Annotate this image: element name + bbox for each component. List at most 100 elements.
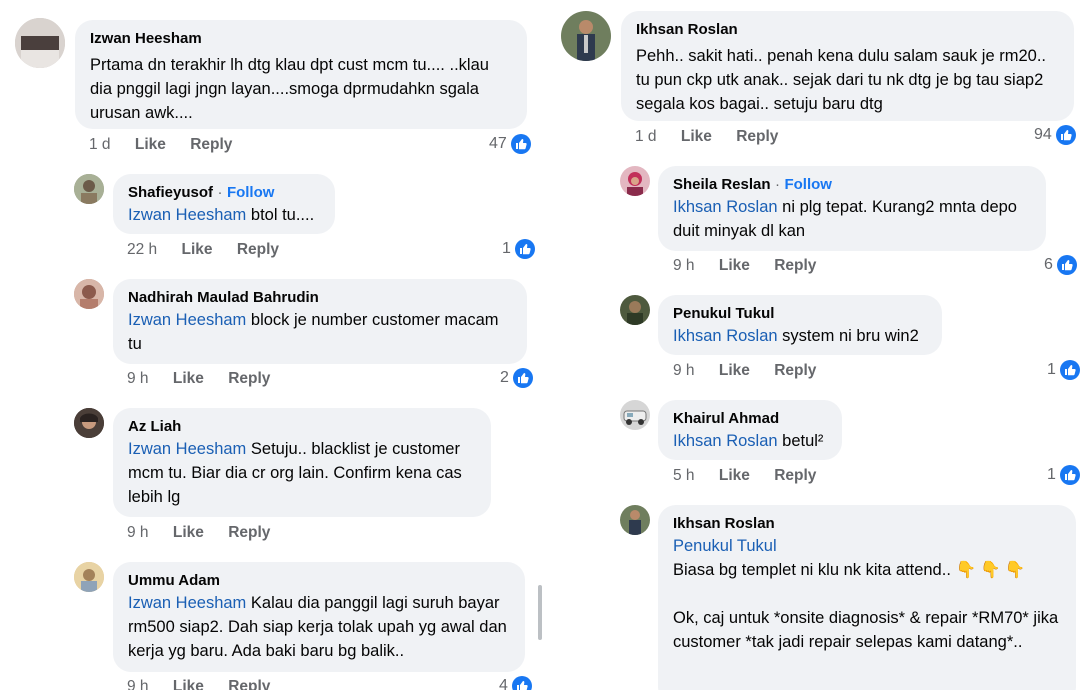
reaction-number: 1 bbox=[1047, 361, 1056, 378]
avatar[interactable] bbox=[620, 400, 650, 430]
reply-header: Shafieyusof · Follow bbox=[128, 183, 320, 203]
reply-meta: 22 h Like Reply bbox=[127, 241, 299, 259]
avatar-photo-icon bbox=[15, 18, 65, 68]
left-comment-thread: Izwan Heesham Prtama dn terakhir lh dtg … bbox=[0, 0, 545, 690]
right-comment-thread: Ikhsan Roslan Pehh.. sakit hati.. penah … bbox=[548, 0, 1091, 690]
avatar-photo-icon bbox=[74, 408, 104, 438]
like-button[interactable]: Like bbox=[719, 257, 750, 274]
like-button[interactable]: Like bbox=[173, 678, 204, 690]
comment-text: Prtama dn terakhir lh dtg klau dpt cust … bbox=[90, 56, 489, 122]
comment-author[interactable]: Khairul Ahmad bbox=[673, 409, 827, 429]
comment-author[interactable]: Izwan Heesham bbox=[90, 29, 512, 49]
follow-button[interactable]: Follow bbox=[227, 184, 275, 201]
comment-time[interactable]: 9 h bbox=[673, 362, 695, 379]
like-thumb-icon bbox=[1059, 360, 1080, 380]
like-button[interactable]: Like bbox=[135, 136, 166, 153]
comment-author[interactable]: Nadhirah Maulad Bahrudin bbox=[128, 288, 512, 308]
comment-author[interactable]: Az Liah bbox=[128, 417, 476, 437]
follow-button[interactable]: Follow bbox=[784, 176, 832, 193]
comment-author[interactable]: Shafieyusof bbox=[128, 184, 213, 201]
reaction-count[interactable]: 1 bbox=[502, 239, 535, 259]
mention-link[interactable]: Penukul Tukul bbox=[673, 534, 1061, 558]
separator-dot: · bbox=[775, 176, 780, 193]
reaction-count[interactable]: 47 bbox=[489, 134, 531, 154]
comment-time[interactable]: 1 d bbox=[635, 128, 657, 145]
comment-author[interactable]: Sheila Reslan bbox=[673, 176, 771, 193]
reply-body: betul² bbox=[777, 432, 824, 450]
comment-author[interactable]: Ikhsan Roslan bbox=[636, 20, 1059, 40]
reply-text-2: Ok, caj untuk *onsite diagnosis* & repai… bbox=[673, 609, 1059, 651]
avatar[interactable] bbox=[620, 295, 650, 325]
like-button[interactable]: Like bbox=[681, 128, 712, 145]
reply-meta: 9 h Like Reply bbox=[673, 362, 836, 380]
reply-meta: 9 h Like Reply bbox=[127, 524, 290, 542]
reaction-count[interactable]: 1 bbox=[1047, 465, 1080, 485]
reply-bubble: Az Liah Izwan Heesham Setuju.. blacklist… bbox=[113, 408, 491, 517]
separator-dot: · bbox=[217, 184, 223, 201]
reaction-count[interactable]: 4 bbox=[499, 676, 532, 690]
like-thumb-icon bbox=[1059, 465, 1080, 485]
avatar[interactable] bbox=[74, 174, 104, 204]
avatar[interactable] bbox=[74, 562, 104, 592]
reply-body: Biasa bg templet ni klu nk kita attend.. bbox=[673, 561, 951, 579]
avatar[interactable] bbox=[74, 279, 104, 309]
comment-time[interactable]: 22 h bbox=[127, 241, 157, 258]
reply-button[interactable]: Reply bbox=[774, 257, 816, 274]
reply-button[interactable]: Reply bbox=[774, 467, 816, 484]
reaction-number: 6 bbox=[1044, 256, 1053, 273]
reply-button[interactable]: Reply bbox=[774, 362, 816, 379]
avatar-photo-icon bbox=[561, 11, 611, 61]
reply-text: Izwan Heesham block je number customer m… bbox=[128, 308, 512, 356]
reply-button[interactable]: Reply bbox=[228, 678, 270, 690]
reaction-count[interactable]: 94 bbox=[1034, 125, 1076, 145]
comment-meta: 1 d Like Reply bbox=[89, 136, 252, 154]
like-thumb-icon bbox=[1055, 125, 1076, 145]
reply-text: Ikhsan Roslan ni plg tepat. Kurang2 mnta… bbox=[673, 195, 1031, 243]
like-thumb-icon bbox=[514, 239, 535, 259]
comment-time[interactable]: 9 h bbox=[673, 257, 695, 274]
scrollbar-thumb[interactable] bbox=[538, 585, 542, 640]
pointing-down-emoji: 👇👇👇 bbox=[955, 561, 1030, 579]
avatar[interactable] bbox=[561, 11, 611, 61]
mention-link[interactable]: Izwan Heesham bbox=[128, 440, 246, 458]
reply-button[interactable]: Reply bbox=[228, 524, 270, 541]
like-button[interactable]: Like bbox=[719, 362, 750, 379]
reply-bubble: Penukul Tukul Ikhsan Roslan system ni br… bbox=[658, 295, 942, 355]
comment-meta: 1 d Like Reply bbox=[635, 128, 798, 146]
comment-time[interactable]: 9 h bbox=[127, 370, 149, 387]
avatar-photo-icon bbox=[620, 400, 650, 430]
mention-link[interactable]: Izwan Heesham bbox=[128, 594, 246, 612]
comment-author[interactable]: Ikhsan Roslan bbox=[673, 514, 1061, 534]
like-button[interactable]: Like bbox=[173, 370, 204, 387]
mention-link[interactable]: Ikhsan Roslan bbox=[673, 327, 778, 345]
like-thumb-icon bbox=[512, 368, 533, 388]
reply-text: Biasa bg templet ni klu nk kita attend..… bbox=[673, 558, 1061, 582]
comment-author[interactable]: Penukul Tukul bbox=[673, 304, 927, 324]
mention-link[interactable]: Izwan Heesham bbox=[128, 206, 246, 224]
reaction-count[interactable]: 6 bbox=[1044, 255, 1077, 275]
avatar[interactable] bbox=[620, 505, 650, 535]
reply-button[interactable]: Reply bbox=[736, 128, 778, 145]
like-button[interactable]: Like bbox=[719, 467, 750, 484]
comment-time[interactable]: 5 h bbox=[673, 467, 695, 484]
reaction-count[interactable]: 1 bbox=[1047, 360, 1080, 380]
mention-link[interactable]: Ikhsan Roslan bbox=[673, 198, 778, 216]
reaction-count[interactable]: 2 bbox=[500, 368, 533, 388]
comment-time[interactable]: 9 h bbox=[127, 678, 149, 690]
reply-button[interactable]: Reply bbox=[237, 241, 279, 258]
avatar[interactable] bbox=[74, 408, 104, 438]
like-button[interactable]: Like bbox=[173, 524, 204, 541]
comment-time[interactable]: 9 h bbox=[127, 524, 149, 541]
like-thumb-icon bbox=[511, 676, 532, 690]
reply-button[interactable]: Reply bbox=[190, 136, 232, 153]
reply-meta: 9 h Like Reply bbox=[127, 370, 290, 388]
avatar[interactable] bbox=[15, 18, 65, 68]
mention-link[interactable]: Ikhsan Roslan bbox=[673, 432, 778, 450]
reply-bubble: Ummu Adam Izwan Heesham Kalau dia panggi… bbox=[113, 562, 525, 672]
like-button[interactable]: Like bbox=[181, 241, 212, 258]
comment-author[interactable]: Ummu Adam bbox=[128, 571, 510, 591]
avatar[interactable] bbox=[620, 166, 650, 196]
comment-time[interactable]: 1 d bbox=[89, 136, 111, 153]
reply-button[interactable]: Reply bbox=[228, 370, 270, 387]
mention-link[interactable]: Izwan Heesham bbox=[128, 311, 246, 329]
